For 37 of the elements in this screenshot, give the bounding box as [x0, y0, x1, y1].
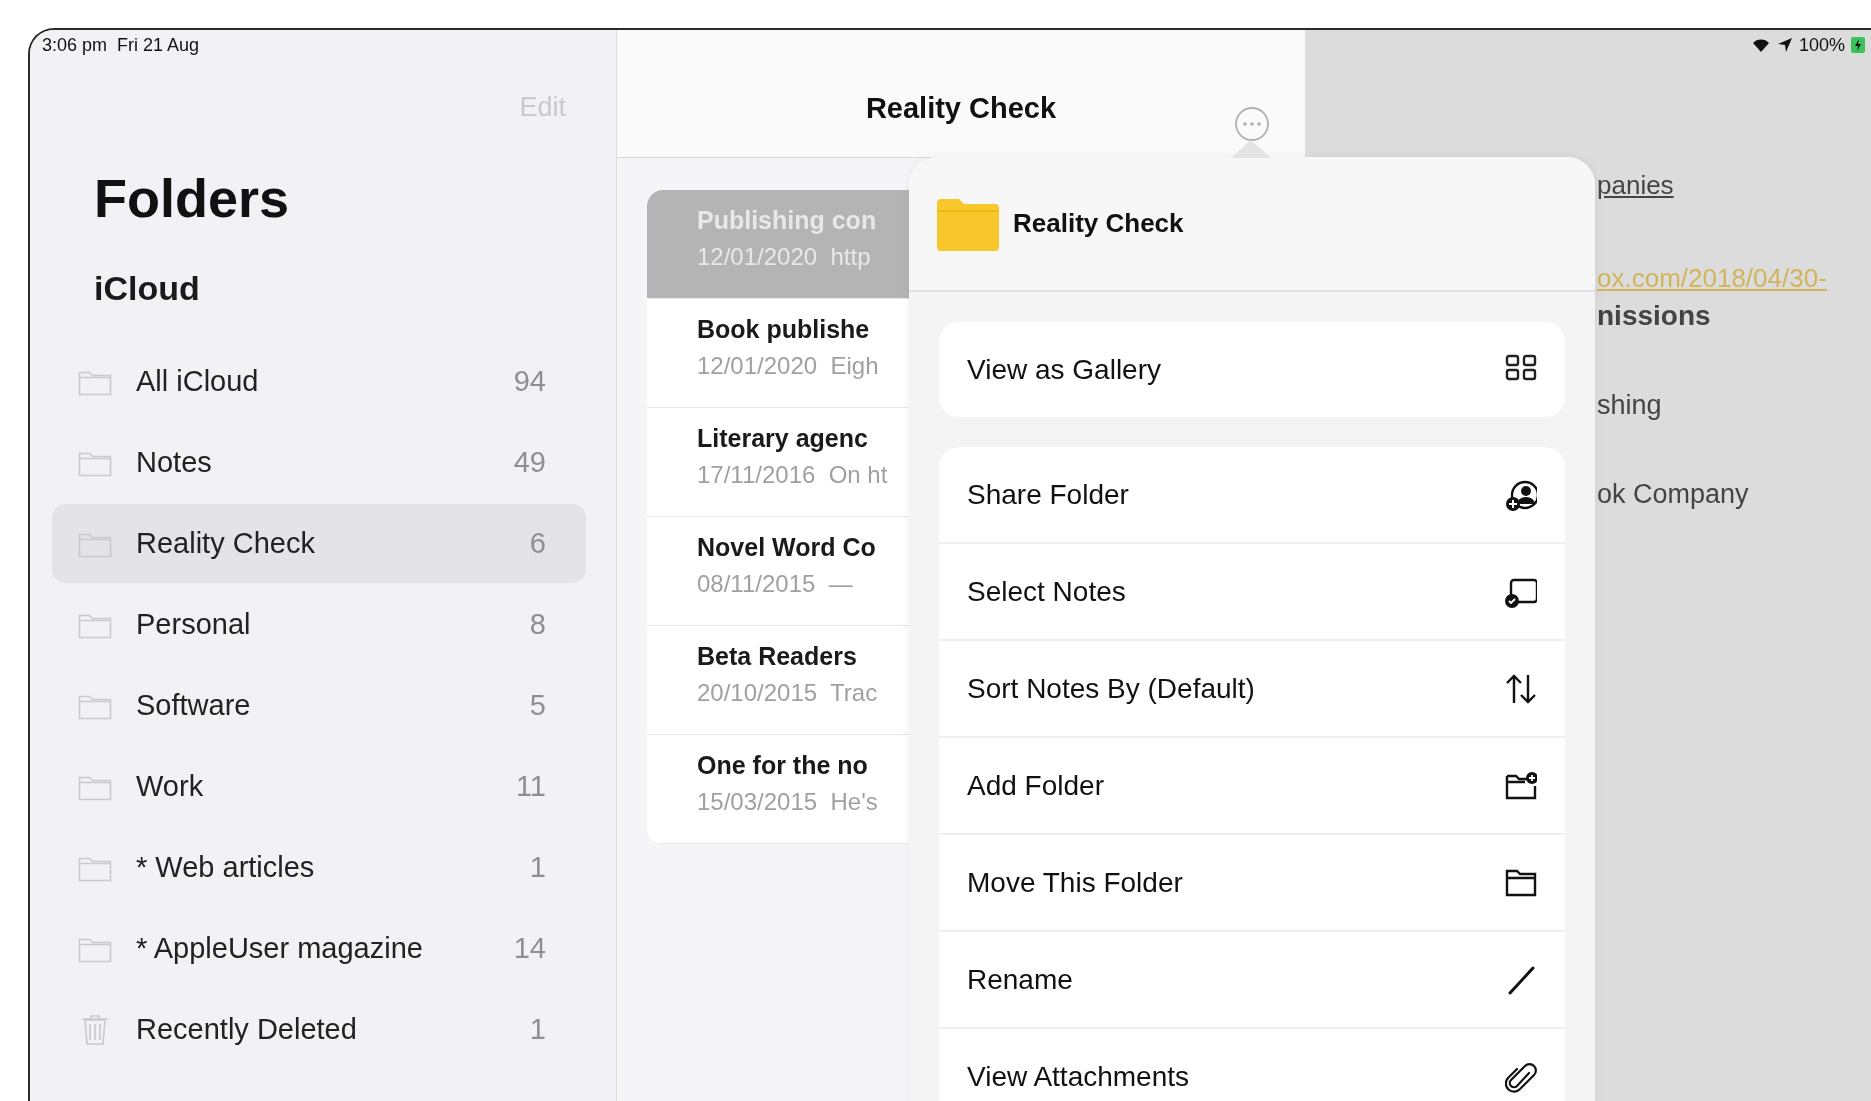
- menu-item[interactable]: Sort Notes By (Default): [939, 641, 1565, 738]
- note-list-title: Reality Check: [865, 92, 1057, 125]
- menu-item[interactable]: Move This Folder: [939, 835, 1565, 932]
- status-time: 3:06 pm: [42, 34, 108, 56]
- folder-item[interactable]: All iCloud 94: [52, 342, 586, 421]
- note-text: ok Company: [1597, 479, 1749, 510]
- menu-item[interactable]: Select Notes: [939, 544, 1565, 641]
- wifi-icon: [1750, 37, 1771, 53]
- battery-icon: [1851, 36, 1865, 54]
- section-header: iCloud: [94, 269, 201, 308]
- sidebar-title: Folders: [94, 167, 291, 229]
- menu-item[interactable]: Share Folder: [939, 447, 1565, 544]
- status-date: Fri 21 Aug: [117, 34, 200, 56]
- menu-title: Reality Check: [1013, 208, 1184, 239]
- note-text: shing: [1597, 390, 1662, 421]
- location-icon: [1776, 37, 1793, 53]
- folder-item[interactable]: * AppleUser magazine 14: [52, 909, 586, 988]
- folder-item[interactable]: * Web articles 1: [52, 828, 586, 907]
- menu-item[interactable]: Rename: [939, 932, 1565, 1029]
- menu-item[interactable]: View Attachments: [939, 1029, 1565, 1101]
- sort-arrows-icon: [1505, 672, 1537, 705]
- note-heading: nissions: [1597, 300, 1711, 332]
- person-add-icon: [1505, 478, 1537, 511]
- folder-item[interactable]: Software 5: [52, 666, 586, 745]
- menu-item[interactable]: View as Gallery: [939, 322, 1565, 417]
- folder-item[interactable]: Reality Check 6: [52, 504, 586, 583]
- menu-item[interactable]: Add Folder: [939, 738, 1565, 835]
- more-icon[interactable]: [1234, 106, 1270, 142]
- folder-item[interactable]: Personal 8: [52, 585, 586, 664]
- folder-item[interactable]: Notes 49: [52, 423, 586, 502]
- folder-add-icon: [1505, 769, 1537, 802]
- note-link[interactable]: panies: [1597, 170, 1674, 201]
- battery-percentage: 100%: [1798, 34, 1845, 56]
- folder-item[interactable]: Recently Deleted 1: [52, 990, 586, 1069]
- paperclip-icon: [1505, 1060, 1537, 1093]
- folder-icon: [937, 196, 999, 251]
- folder-item[interactable]: Work 11: [52, 747, 586, 826]
